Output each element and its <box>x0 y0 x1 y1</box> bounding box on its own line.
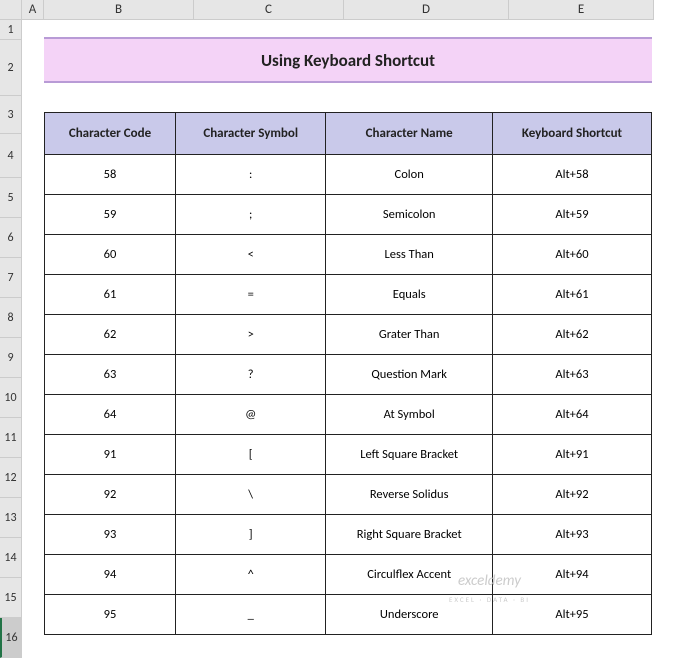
header-shortcut[interactable]: Keyboard Shortcut <box>492 113 651 155</box>
cell-shortcut[interactable]: Alt+92 <box>492 475 651 515</box>
cell-symbol[interactable]: _ <box>175 595 326 635</box>
header-code[interactable]: Character Code <box>45 113 176 155</box>
cell-shortcut[interactable]: Alt+93 <box>492 515 651 555</box>
table-header-row: Character Code Character Symbol Characte… <box>45 113 652 155</box>
col-header-B[interactable]: B <box>44 0 194 20</box>
cell-code[interactable]: 58 <box>45 155 176 195</box>
table-row: 60<Less ThanAlt+60 <box>45 235 652 275</box>
col-header-A[interactable]: A <box>22 0 44 20</box>
cell-code[interactable]: 92 <box>45 475 176 515</box>
cell-shortcut[interactable]: Alt+60 <box>492 235 651 275</box>
page-title: Using Keyboard Shortcut <box>44 37 652 83</box>
cell-name[interactable]: Equals <box>326 275 492 315</box>
col-header-C[interactable]: C <box>194 0 344 20</box>
cell-symbol[interactable]: [ <box>175 435 326 475</box>
row-header-4[interactable]: 4 <box>0 134 22 178</box>
table-row: 94^Circulflex AccentAlt+94 <box>45 555 652 595</box>
cell-name[interactable]: Underscore <box>326 595 492 635</box>
row-header-6[interactable]: 6 <box>0 218 22 258</box>
header-name[interactable]: Character Name <box>326 113 492 155</box>
select-all-corner[interactable] <box>0 0 22 20</box>
row-header-2[interactable]: 2 <box>0 40 22 96</box>
cell-symbol[interactable]: : <box>175 155 326 195</box>
character-table: Character Code Character Symbol Characte… <box>44 112 652 635</box>
cell-shortcut[interactable]: Alt+95 <box>492 595 651 635</box>
cell-code[interactable]: 62 <box>45 315 176 355</box>
spreadsheet-grid: A B C D E <box>0 0 700 20</box>
cell-name[interactable]: Left Square Bracket <box>326 435 492 475</box>
table-row: 91[Left Square BracketAlt+91 <box>45 435 652 475</box>
cell-code[interactable]: 64 <box>45 395 176 435</box>
cell-name[interactable]: Question Mark <box>326 355 492 395</box>
row-header-12[interactable]: 12 <box>0 458 22 498</box>
cell-name[interactable]: At Symbol <box>326 395 492 435</box>
table-row: 92\Reverse SolidusAlt+92 <box>45 475 652 515</box>
cell-symbol[interactable]: ^ <box>175 555 326 595</box>
cell-code[interactable]: 60 <box>45 235 176 275</box>
table-row: 61=EqualsAlt+61 <box>45 275 652 315</box>
col-header-E[interactable]: E <box>509 0 654 20</box>
cell-symbol[interactable]: > <box>175 315 326 355</box>
cell-name[interactable]: Reverse Solidus <box>326 475 492 515</box>
cell-code[interactable]: 93 <box>45 515 176 555</box>
cell-symbol[interactable]: @ <box>175 395 326 435</box>
row-header-11[interactable]: 11 <box>0 418 22 458</box>
cell-symbol[interactable]: ? <box>175 355 326 395</box>
row-header-9[interactable]: 9 <box>0 338 22 378</box>
table-row: 59;SemicolonAlt+59 <box>45 195 652 235</box>
row-header-1[interactable]: 1 <box>0 20 22 40</box>
col-header-D[interactable]: D <box>344 0 509 20</box>
row-headers: 12345678910111213141516 <box>0 20 22 658</box>
table-row: 63?Question MarkAlt+63 <box>45 355 652 395</box>
cell-shortcut[interactable]: Alt+94 <box>492 555 651 595</box>
cell-symbol[interactable]: = <box>175 275 326 315</box>
cell-symbol[interactable]: < <box>175 235 326 275</box>
cell-code[interactable]: 91 <box>45 435 176 475</box>
row-header-15[interactable]: 15 <box>0 578 22 618</box>
cell-symbol[interactable]: \ <box>175 475 326 515</box>
cell-code[interactable]: 59 <box>45 195 176 235</box>
cell-symbol[interactable]: ; <box>175 195 326 235</box>
cell-code[interactable]: 61 <box>45 275 176 315</box>
row-header-5[interactable]: 5 <box>0 178 22 218</box>
cell-code[interactable]: 63 <box>45 355 176 395</box>
cell-shortcut[interactable]: Alt+91 <box>492 435 651 475</box>
row-header-14[interactable]: 14 <box>0 538 22 578</box>
row-header-13[interactable]: 13 <box>0 498 22 538</box>
cell-shortcut[interactable]: Alt+61 <box>492 275 651 315</box>
row-header-10[interactable]: 10 <box>0 378 22 418</box>
row-header-7[interactable]: 7 <box>0 258 22 298</box>
cell-shortcut[interactable]: Alt+64 <box>492 395 651 435</box>
header-symbol[interactable]: Character Symbol <box>175 113 326 155</box>
row-header-3[interactable]: 3 <box>0 96 22 134</box>
table-row: 64@At SymbolAlt+64 <box>45 395 652 435</box>
row-header-16[interactable]: 16 <box>0 618 22 658</box>
table-row: 95_UnderscoreAlt+95 <box>45 595 652 635</box>
cell-shortcut[interactable]: Alt+58 <box>492 155 651 195</box>
row-header-8[interactable]: 8 <box>0 298 22 338</box>
cell-symbol[interactable]: ] <box>175 515 326 555</box>
cell-shortcut[interactable]: Alt+59 <box>492 195 651 235</box>
cell-name[interactable]: Semicolon <box>326 195 492 235</box>
cell-shortcut[interactable]: Alt+63 <box>492 355 651 395</box>
cell-name[interactable]: Circulflex Accent <box>326 555 492 595</box>
cell-shortcut[interactable]: Alt+62 <box>492 315 651 355</box>
table-row: 93]Right Square BracketAlt+93 <box>45 515 652 555</box>
cell-name[interactable]: Grater Than <box>326 315 492 355</box>
cell-code[interactable]: 95 <box>45 595 176 635</box>
cell-name[interactable]: Right Square Bracket <box>326 515 492 555</box>
cell-name[interactable]: Less Than <box>326 235 492 275</box>
table-row: 58:ColonAlt+58 <box>45 155 652 195</box>
table-row: 62>Grater ThanAlt+62 <box>45 315 652 355</box>
cell-name[interactable]: Colon <box>326 155 492 195</box>
cell-code[interactable]: 94 <box>45 555 176 595</box>
